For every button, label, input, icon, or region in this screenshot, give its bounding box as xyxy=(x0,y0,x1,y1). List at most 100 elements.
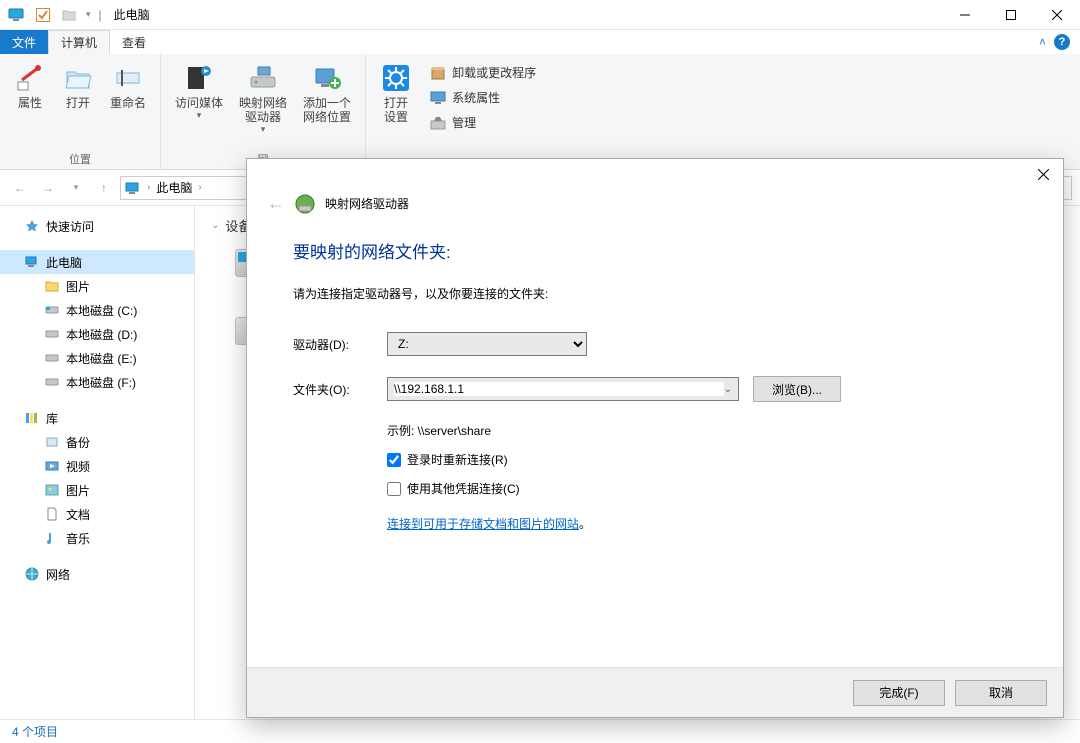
window-titlebar: ▾ | 此电脑 xyxy=(0,0,1080,30)
cancel-button[interactable]: 取消 xyxy=(955,680,1047,706)
navigation-pane: 快速访问 此电脑 图片 本地磁盘 (C:) 本地磁盘 (D:) 本地磁盘 (E:… xyxy=(0,206,195,719)
system-properties-button[interactable]: 系统属性 xyxy=(426,87,540,108)
box-icon xyxy=(430,65,446,81)
open-button[interactable]: 打开 xyxy=(56,58,100,149)
chevron-right-icon[interactable]: › xyxy=(147,182,150,193)
sidebar-item-disk-d[interactable]: 本地磁盘 (D:) xyxy=(0,322,194,346)
drive-letter-select[interactable]: Z: xyxy=(387,332,587,356)
nav-back-button[interactable]: ← xyxy=(8,176,32,200)
dialog-description: 请为连接指定驱动器号，以及你要连接的文件夹: xyxy=(293,285,1017,302)
group-label-location: 位置 xyxy=(8,149,152,169)
reconnect-checkbox[interactable] xyxy=(387,453,401,467)
rename-button[interactable]: 重命名 xyxy=(104,58,152,149)
quick-access-toolbar: ▾ | xyxy=(0,6,102,24)
pc-icon xyxy=(24,254,40,270)
drive-letter-row: 驱动器(D): Z: xyxy=(293,332,1017,356)
tools-icon xyxy=(430,115,446,131)
sidebar-item-network[interactable]: 网络 xyxy=(0,562,194,586)
sidebar-item-disk-c[interactable]: 本地磁盘 (C:) xyxy=(0,298,194,322)
properties-button[interactable]: 属性 xyxy=(8,58,52,149)
status-bar: 4 个项目 xyxy=(0,719,1080,743)
finish-button[interactable]: 完成(F) xyxy=(853,680,945,706)
chevron-down-icon: ⌄ xyxy=(211,220,219,231)
access-media-button[interactable]: 访问媒体 ▾ xyxy=(169,58,229,149)
monitor-icon xyxy=(430,90,446,106)
help-icon[interactable]: ? xyxy=(1054,34,1070,50)
backup-icon xyxy=(44,434,60,450)
collapse-ribbon-icon[interactable]: ˄ xyxy=(1039,35,1046,49)
folder-input[interactable] xyxy=(394,382,724,396)
sidebar-item-thispc[interactable]: 此电脑 xyxy=(0,250,194,274)
dialog-title: 映射网络驱动器 xyxy=(325,195,409,212)
map-network-drive-button[interactable]: 映射网络 驱动器 ▾ xyxy=(233,58,293,149)
video-icon xyxy=(44,458,60,474)
sidebar-item-disk-f[interactable]: 本地磁盘 (F:) xyxy=(0,370,194,394)
browse-button[interactable]: 浏览(B)... xyxy=(753,376,841,402)
ribbon-group-system: 打开 设置 卸载或更改程序 系统属性 管理 xyxy=(366,54,552,169)
window-title: 此电脑 xyxy=(114,6,150,23)
folder-icon xyxy=(44,278,60,294)
folder-small-icon[interactable] xyxy=(60,6,78,24)
tab-file[interactable]: 文件 xyxy=(0,30,48,54)
sidebar-item-quick-access[interactable]: 快速访问 xyxy=(0,214,194,238)
manage-button[interactable]: 管理 xyxy=(426,112,540,133)
folder-row: 文件夹(O): ⌄ 浏览(B)... xyxy=(293,376,1017,402)
ribbon: 属性 打开 重命名 位置 访问媒体 ▾ 映射网络 驱动器 ▾ xyxy=(0,54,1080,170)
tab-view[interactable]: 查看 xyxy=(110,30,158,54)
folder-label: 文件夹(O): xyxy=(293,381,387,398)
connect-website-link[interactable]: 连接到可用于存储文档和图片的网站 xyxy=(387,517,579,531)
example-text: 示例: \\server\share xyxy=(387,422,1017,439)
sidebar-item-backup[interactable]: 备份 xyxy=(0,430,194,454)
ribbon-tabs: 文件 计算机 查看 ˄ ? xyxy=(0,30,1080,54)
pictures-icon xyxy=(44,482,60,498)
pc-small-icon xyxy=(125,182,141,194)
window-controls xyxy=(942,0,1080,30)
qat-dropdown-icon[interactable]: ▾ xyxy=(86,9,91,20)
dialog-footer: 完成(F) 取消 xyxy=(247,667,1063,717)
uninstall-programs-button[interactable]: 卸载或更改程序 xyxy=(426,62,540,83)
sidebar-item-library[interactable]: 库 xyxy=(0,406,194,430)
chevron-down-icon[interactable]: ⌄ xyxy=(724,384,732,395)
nav-recent-button[interactable]: ▾ xyxy=(64,176,88,200)
chevron-right-icon[interactable]: › xyxy=(198,182,201,193)
sidebar-item-music[interactable]: 音乐 xyxy=(0,526,194,550)
drive-icon xyxy=(44,350,60,366)
dialog-heading: 要映射的网络文件夹: xyxy=(293,238,1017,263)
sidebar-item-video[interactable]: 视频 xyxy=(0,454,194,478)
add-network-location-button[interactable]: 添加一个 网络位置 xyxy=(297,58,357,149)
website-link-row: 连接到可用于存储文档和图片的网站。 xyxy=(387,515,1017,532)
drive-label: 驱动器(D): xyxy=(293,336,387,353)
maximize-button[interactable] xyxy=(988,0,1034,30)
document-icon xyxy=(44,506,60,522)
close-button[interactable] xyxy=(1034,0,1080,30)
dialog-close-button[interactable] xyxy=(1023,160,1063,188)
dialog-body: 要映射的网络文件夹: 请为连接指定驱动器号，以及你要连接的文件夹: 驱动器(D)… xyxy=(247,226,1063,667)
other-credentials-row: 使用其他凭据连接(C) xyxy=(387,480,1017,497)
status-item-count: 4 个项目 xyxy=(12,723,58,740)
titlebar-separator: | xyxy=(99,8,102,22)
other-credentials-label: 使用其他凭据连接(C) xyxy=(407,480,520,497)
nav-forward-button[interactable]: → xyxy=(36,176,60,200)
map-network-drive-dialog: ← 映射网络驱动器 要映射的网络文件夹: 请为连接指定驱动器号，以及你要连接的文… xyxy=(246,158,1064,718)
dialog-back-button[interactable]: ← xyxy=(267,193,285,214)
sidebar-item-pictures2[interactable]: 图片 xyxy=(0,478,194,502)
network-icon xyxy=(24,566,40,582)
ribbon-group-network: 访问媒体 ▾ 映射网络 驱动器 ▾ 添加一个 网络位置 网 xyxy=(161,54,366,169)
open-settings-button[interactable]: 打开 设置 xyxy=(374,58,418,169)
folder-combobox[interactable]: ⌄ xyxy=(387,377,739,401)
pc-icon xyxy=(8,6,26,24)
minimize-button[interactable] xyxy=(942,0,988,30)
breadcrumb-thispc[interactable]: 此电脑 xyxy=(156,179,192,196)
reconnect-checkbox-row: 登录时重新连接(R) xyxy=(387,451,1017,468)
sidebar-item-disk-e[interactable]: 本地磁盘 (E:) xyxy=(0,346,194,370)
tab-computer[interactable]: 计算机 xyxy=(48,30,110,54)
drive-icon xyxy=(44,374,60,390)
other-credentials-checkbox[interactable] xyxy=(387,482,401,496)
dialog-header: ← 映射网络驱动器 xyxy=(247,189,1063,226)
sidebar-item-pictures[interactable]: 图片 xyxy=(0,274,194,298)
sidebar-item-documents[interactable]: 文档 xyxy=(0,502,194,526)
checkbox-icon[interactable] xyxy=(34,6,52,24)
nav-up-button[interactable]: ↑ xyxy=(92,176,116,200)
drive-icon xyxy=(44,302,60,318)
network-drive-icon xyxy=(295,194,315,214)
